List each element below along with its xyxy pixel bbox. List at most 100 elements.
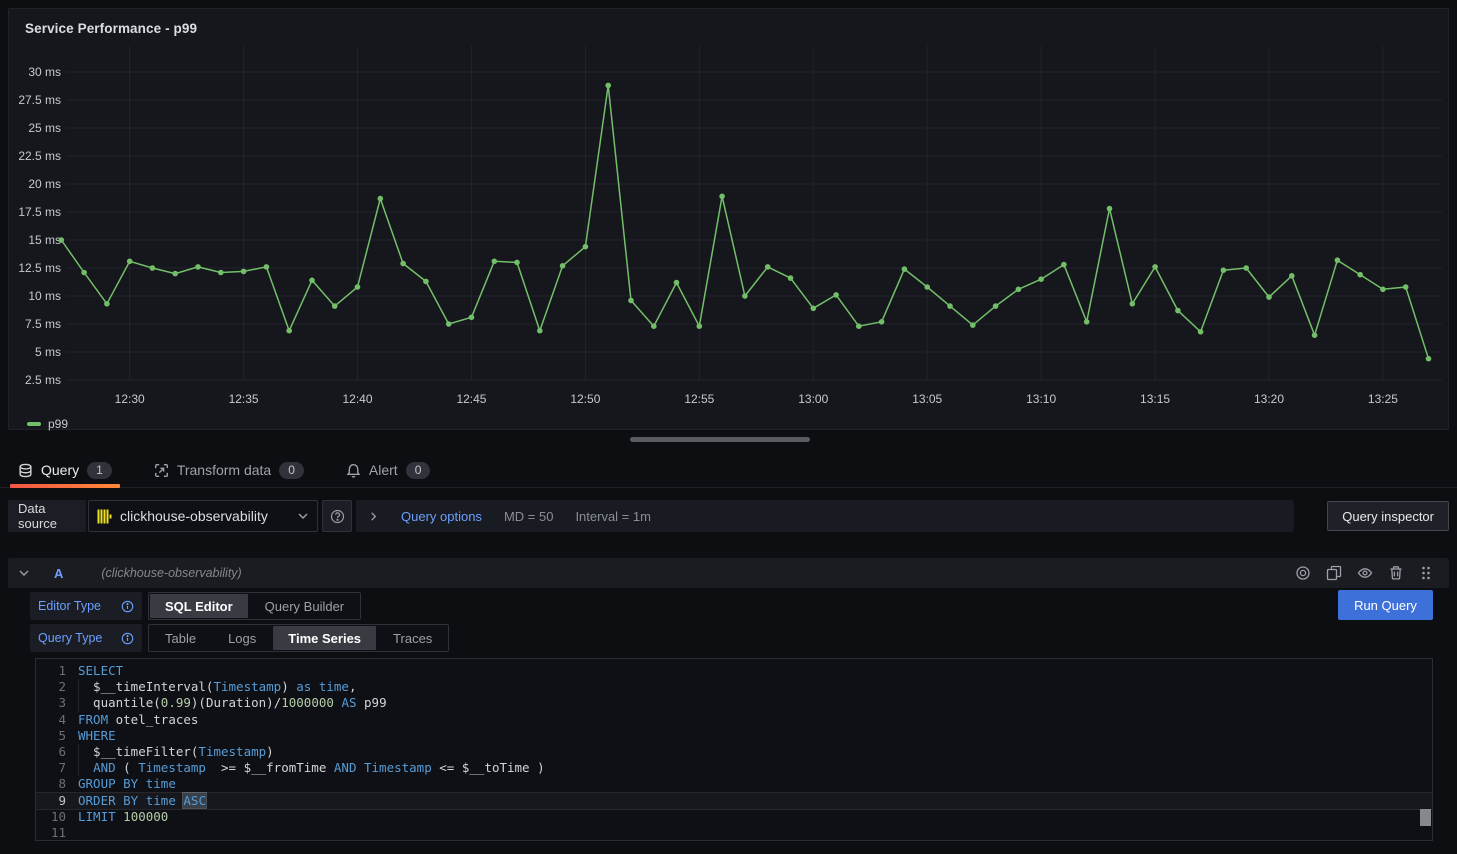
line-number: 8: [36, 776, 66, 792]
bell-icon: [346, 463, 361, 478]
code-line: 3 quantile(0.99)(Duration)/1000000 AS p9…: [36, 695, 1432, 711]
query-options-md: MD = 50: [504, 509, 554, 524]
query-type-logs[interactable]: Logs: [213, 626, 271, 650]
panel-title: Service Performance - p99: [25, 21, 197, 36]
query-options-bar: Query options MD = 50 Interval = 1m: [356, 500, 1294, 532]
tab-alert-count: 0: [406, 462, 431, 479]
query-options-interval: Interval = 1m: [575, 509, 651, 524]
query-type-traces[interactable]: Traces: [378, 626, 447, 650]
transform-icon: [154, 463, 169, 478]
svg-text:5 ms: 5 ms: [35, 345, 61, 359]
svg-text:30 ms: 30 ms: [28, 65, 61, 79]
horizontal-scrollbar[interactable]: [630, 437, 810, 442]
query-options-link[interactable]: Query options: [401, 509, 482, 524]
svg-text:2.5 ms: 2.5 ms: [25, 373, 61, 387]
query-header-actions: [1295, 565, 1433, 581]
timeseries-panel: 2.5 ms 5 ms 7.5 ms 10 ms 12.5 ms 15 ms 17.5 ms…: [8, 8, 1449, 430]
line-content: $__timeFilter(Timestamp): [78, 744, 274, 760]
query-type-group: Table Logs Time Series Traces: [148, 624, 449, 652]
clickhouse-logo-icon: [97, 509, 112, 524]
donut-circle-icon[interactable]: [1295, 565, 1311, 581]
code-line: 2 $__timeInterval(Timestamp) as time,: [36, 679, 1432, 695]
timeseries-chart: 2.5 ms 5 ms 7.5 ms 10 ms 12.5 ms 15 ms 17.5 ms…: [9, 9, 1448, 429]
query-type-table[interactable]: Table: [150, 626, 211, 650]
overview-ruler-cursor: [1420, 809, 1431, 826]
editor-type-group: SQL Editor Query Builder: [148, 592, 361, 620]
svg-text:12:40: 12:40: [343, 392, 373, 406]
legend-label: p99: [48, 417, 68, 431]
line-number: 4: [36, 712, 66, 728]
svg-text:12.5 ms: 12.5 ms: [18, 261, 61, 275]
line-number: 6: [36, 744, 66, 760]
chevron-right-icon[interactable]: [368, 511, 379, 522]
query-ref-id: A: [54, 566, 63, 581]
chevron-down-icon: [297, 510, 309, 522]
tab-alert[interactable]: Alert 0: [338, 453, 438, 487]
line-content: quantile(0.99)(Duration)/1000000 AS p99: [78, 695, 387, 711]
query-datasource-hint: (clickhouse-observability): [101, 566, 241, 580]
datasource-picker[interactable]: clickhouse-observability: [88, 500, 318, 532]
svg-text:13:10: 13:10: [1026, 392, 1056, 406]
svg-text:13:25: 13:25: [1368, 392, 1398, 406]
code-line: 7 AND ( Timestamp >= $__fromTime AND Tim…: [36, 760, 1432, 776]
svg-text:13:00: 13:00: [798, 392, 828, 406]
query-type-label-text: Query Type: [38, 631, 102, 645]
svg-text:12:50: 12:50: [570, 392, 600, 406]
trash-icon[interactable]: [1388, 565, 1404, 581]
line-content: AND ( Timestamp >= $__fromTime AND Times…: [78, 760, 545, 776]
svg-text:10 ms: 10 ms: [28, 289, 61, 303]
line-content: LIMIT 100000: [78, 809, 168, 825]
tab-query[interactable]: Query 1: [10, 453, 120, 487]
run-query-button[interactable]: Run Query: [1338, 590, 1433, 620]
svg-text:27.5 ms: 27.5 ms: [18, 93, 61, 107]
editor-type-query-builder[interactable]: Query Builder: [250, 594, 359, 618]
line-number: 9: [36, 793, 66, 809]
legend-color-swatch: [27, 422, 41, 426]
code-line: 11: [36, 825, 1432, 841]
query-row-header[interactable]: A (clickhouse-observability): [8, 558, 1449, 588]
svg-text:22.5 ms: 22.5 ms: [18, 149, 61, 163]
svg-text:15 ms: 15 ms: [28, 233, 61, 247]
line-number: 1: [36, 663, 66, 679]
line-content: WHERE: [78, 728, 116, 744]
copy-icon[interactable]: [1326, 565, 1342, 581]
tab-alert-label: Alert: [369, 462, 398, 478]
code-line: 5WHERE: [36, 728, 1432, 744]
line-content: $__timeInterval(Timestamp) as time,: [78, 679, 357, 695]
svg-text:25 ms: 25 ms: [28, 121, 61, 135]
code-line: 8 GROUP BY time: [36, 776, 1432, 792]
svg-text:17.5 ms: 17.5 ms: [18, 205, 61, 219]
info-circle-icon[interactable]: [121, 632, 134, 645]
svg-text:12:30: 12:30: [115, 392, 145, 406]
drag-handle-icon[interactable]: [1419, 565, 1433, 581]
line-number: 10: [36, 809, 66, 825]
chart-svg: 2.5 ms 5 ms 7.5 ms 10 ms 12.5 ms 15 ms 17.5 ms…: [9, 9, 1448, 429]
query-inspector-button[interactable]: Query inspector: [1327, 501, 1449, 531]
datasource-help-button[interactable]: [322, 500, 352, 532]
line-content: GROUP BY time: [78, 776, 176, 792]
datasource-label: Data source: [8, 500, 86, 532]
editor-type-sql-editor[interactable]: SQL Editor: [150, 594, 248, 618]
code-line: 10 LIMIT 100000: [36, 809, 1432, 825]
legend-item-p99[interactable]: p99: [27, 417, 68, 431]
query-type-time-series[interactable]: Time Series: [273, 626, 376, 650]
code-line: 4FROM otel_traces: [36, 712, 1432, 728]
info-circle-icon[interactable]: [121, 600, 134, 613]
tab-transform-label: Transform data: [177, 462, 271, 478]
eye-icon[interactable]: [1357, 565, 1373, 581]
sql-code-editor[interactable]: 1SELECT2 $__timeInterval(Timestamp) as t…: [35, 658, 1433, 841]
line-content: ORDER BY time ASC: [78, 793, 206, 809]
svg-text:13:05: 13:05: [912, 392, 942, 406]
svg-text:7.5 ms: 7.5 ms: [25, 317, 61, 331]
line-number: 7: [36, 760, 66, 776]
tab-query-count: 1: [87, 462, 112, 479]
editor-tabbar: Query 1 Transform data 0 Alert 0: [0, 453, 1457, 488]
svg-text:13:15: 13:15: [1140, 392, 1170, 406]
question-circle-icon: [330, 509, 345, 524]
code-line: 6 $__timeFilter(Timestamp): [36, 744, 1432, 760]
tab-transform-data[interactable]: Transform data 0: [146, 453, 312, 487]
collapse-chevron-icon[interactable]: [18, 567, 30, 579]
svg-text:12:45: 12:45: [456, 392, 486, 406]
code-line: 1SELECT: [36, 663, 1432, 679]
svg-text:13:20: 13:20: [1254, 392, 1284, 406]
